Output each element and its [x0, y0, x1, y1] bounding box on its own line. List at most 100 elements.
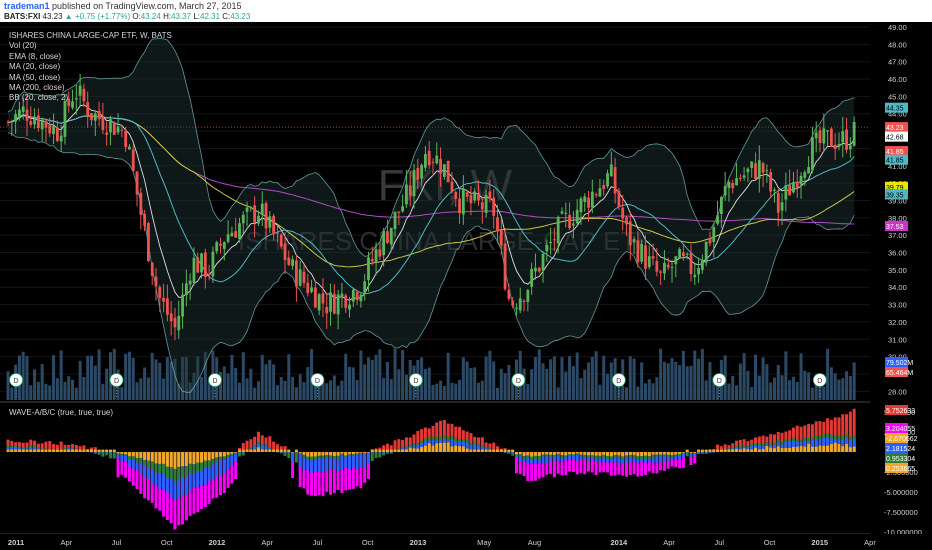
- wave-b-bar: [279, 452, 283, 453]
- volume-bar: [82, 377, 86, 400]
- wave-o-bar: [822, 445, 826, 452]
- price-tag: 43.23: [886, 125, 904, 132]
- wave-o-bar: [613, 452, 617, 456]
- wave-o-bar: [408, 447, 412, 452]
- wave-o-bar: [484, 449, 488, 452]
- volume-bar: [40, 364, 44, 400]
- time-tick-label: Aug: [528, 538, 541, 547]
- legend-item-vol[interactable]: Vol (20): [9, 41, 172, 51]
- volume-bar: [423, 369, 427, 400]
- volume-bar: [355, 379, 359, 400]
- candle-body: [124, 130, 128, 148]
- wave-o-bar: [416, 448, 420, 452]
- candle-body: [14, 114, 18, 122]
- volume-bar: [120, 387, 124, 400]
- volume-bar: [33, 369, 37, 400]
- dividend-label: D: [616, 378, 621, 385]
- volume-bar: [700, 348, 704, 400]
- candle-body: [609, 164, 613, 177]
- dividend-label: D: [14, 378, 19, 385]
- wave-o-bar: [503, 449, 507, 452]
- symbol-name[interactable]: BATS:FXI: [4, 12, 40, 21]
- wave-o-bar: [215, 452, 219, 458]
- candle-body: [147, 223, 150, 262]
- legend-item-ma20[interactable]: MA (20, close): [9, 62, 172, 72]
- wave-o-bar: [526, 452, 530, 456]
- time-tick-label: Oct: [161, 538, 174, 547]
- candle-body: [814, 132, 818, 139]
- volume-bar: [826, 348, 830, 400]
- wave-o-bar: [340, 452, 344, 454]
- legend-title[interactable]: ISHARES CHINA LARGE-CAP ETF, W, BATS: [9, 31, 172, 41]
- wave-o-bar: [105, 449, 109, 452]
- candle-body: [359, 294, 363, 302]
- legend-item-ma200[interactable]: MA (200, close): [9, 83, 172, 93]
- volume-bar: [48, 385, 52, 400]
- wave-o-bar: [378, 449, 382, 452]
- candle-body: [822, 128, 826, 144]
- candle-body: [788, 184, 792, 196]
- candle-body: [36, 115, 40, 129]
- candle-body: [450, 181, 454, 192]
- candle-body: [833, 144, 837, 149]
- candle-body: [241, 214, 245, 224]
- candle-body: [484, 194, 488, 213]
- wave-legend[interactable]: WAVE-A/B/C (true, true, true): [9, 408, 113, 417]
- author-link[interactable]: trademan1: [4, 1, 50, 11]
- wave-b-bar: [237, 452, 241, 453]
- wave-o-bar: [344, 452, 348, 456]
- candle-body: [317, 294, 321, 311]
- price-tick-label: 46.00: [888, 75, 907, 84]
- legend-item-bb[interactable]: BB (20, close, 2): [9, 93, 172, 103]
- volume-bar: [325, 383, 329, 400]
- volume-bar: [666, 363, 670, 400]
- volume-bar: [848, 376, 852, 400]
- candle-body: [203, 252, 207, 277]
- wave-b-bar: [366, 452, 370, 464]
- wave-o-bar: [518, 452, 522, 454]
- wave-b-bar: [93, 452, 97, 453]
- candle-body: [845, 129, 848, 150]
- wave-b-bar: [708, 452, 712, 453]
- wave-o-bar: [807, 443, 811, 452]
- wave-o-bar: [598, 452, 602, 456]
- candle-body: [852, 121, 856, 146]
- legend-item-ema8[interactable]: EMA (8, close): [9, 52, 172, 62]
- legend-item-ma50[interactable]: MA (50, close): [9, 73, 172, 83]
- candle-body: [682, 252, 685, 257]
- wave-o-bar: [40, 449, 44, 452]
- volume-bar: [36, 381, 40, 400]
- volume-bar: [662, 361, 666, 400]
- volume-bar: [829, 367, 833, 400]
- wave-o-bar: [55, 449, 59, 452]
- wave-o-bar: [21, 449, 25, 452]
- price-tick-label: 49.00: [888, 23, 907, 32]
- time-axis[interactable]: 2011 Apr Jul Oct 2012 Apr Jul Oct 2013 May Aug 2014…: [0, 534, 932, 550]
- wave-tag: 2.181524: [886, 446, 915, 453]
- chart-header: trademan1 published on TradingView.com, …: [0, 0, 932, 22]
- volume-bar: [659, 348, 663, 400]
- candle-body: [560, 211, 564, 214]
- candle-body: [382, 230, 386, 256]
- candle-body: [29, 121, 33, 125]
- volume-bar: [477, 382, 481, 400]
- wave-o-bar: [511, 449, 515, 452]
- candle-body: [405, 184, 408, 205]
- wave-o-bar: [310, 452, 314, 457]
- candle-body: [48, 125, 52, 134]
- wave-o-bar: [291, 452, 295, 453]
- volume-bar: [439, 380, 443, 400]
- candle-body: [389, 227, 393, 245]
- volume-bar: [579, 378, 583, 400]
- volume-bar: [200, 377, 204, 400]
- candle-body: [625, 217, 628, 225]
- wave-g-bar: [237, 452, 241, 457]
- candle-body: [135, 171, 139, 195]
- candle-body: [602, 185, 606, 190]
- wave-o-bar: [757, 449, 761, 452]
- wave-tick-label: -5.000000: [884, 488, 918, 497]
- wave-o-bar: [814, 446, 818, 452]
- wave-o-bar: [845, 444, 849, 452]
- candle-body: [697, 267, 700, 275]
- volume-bar: [382, 378, 386, 400]
